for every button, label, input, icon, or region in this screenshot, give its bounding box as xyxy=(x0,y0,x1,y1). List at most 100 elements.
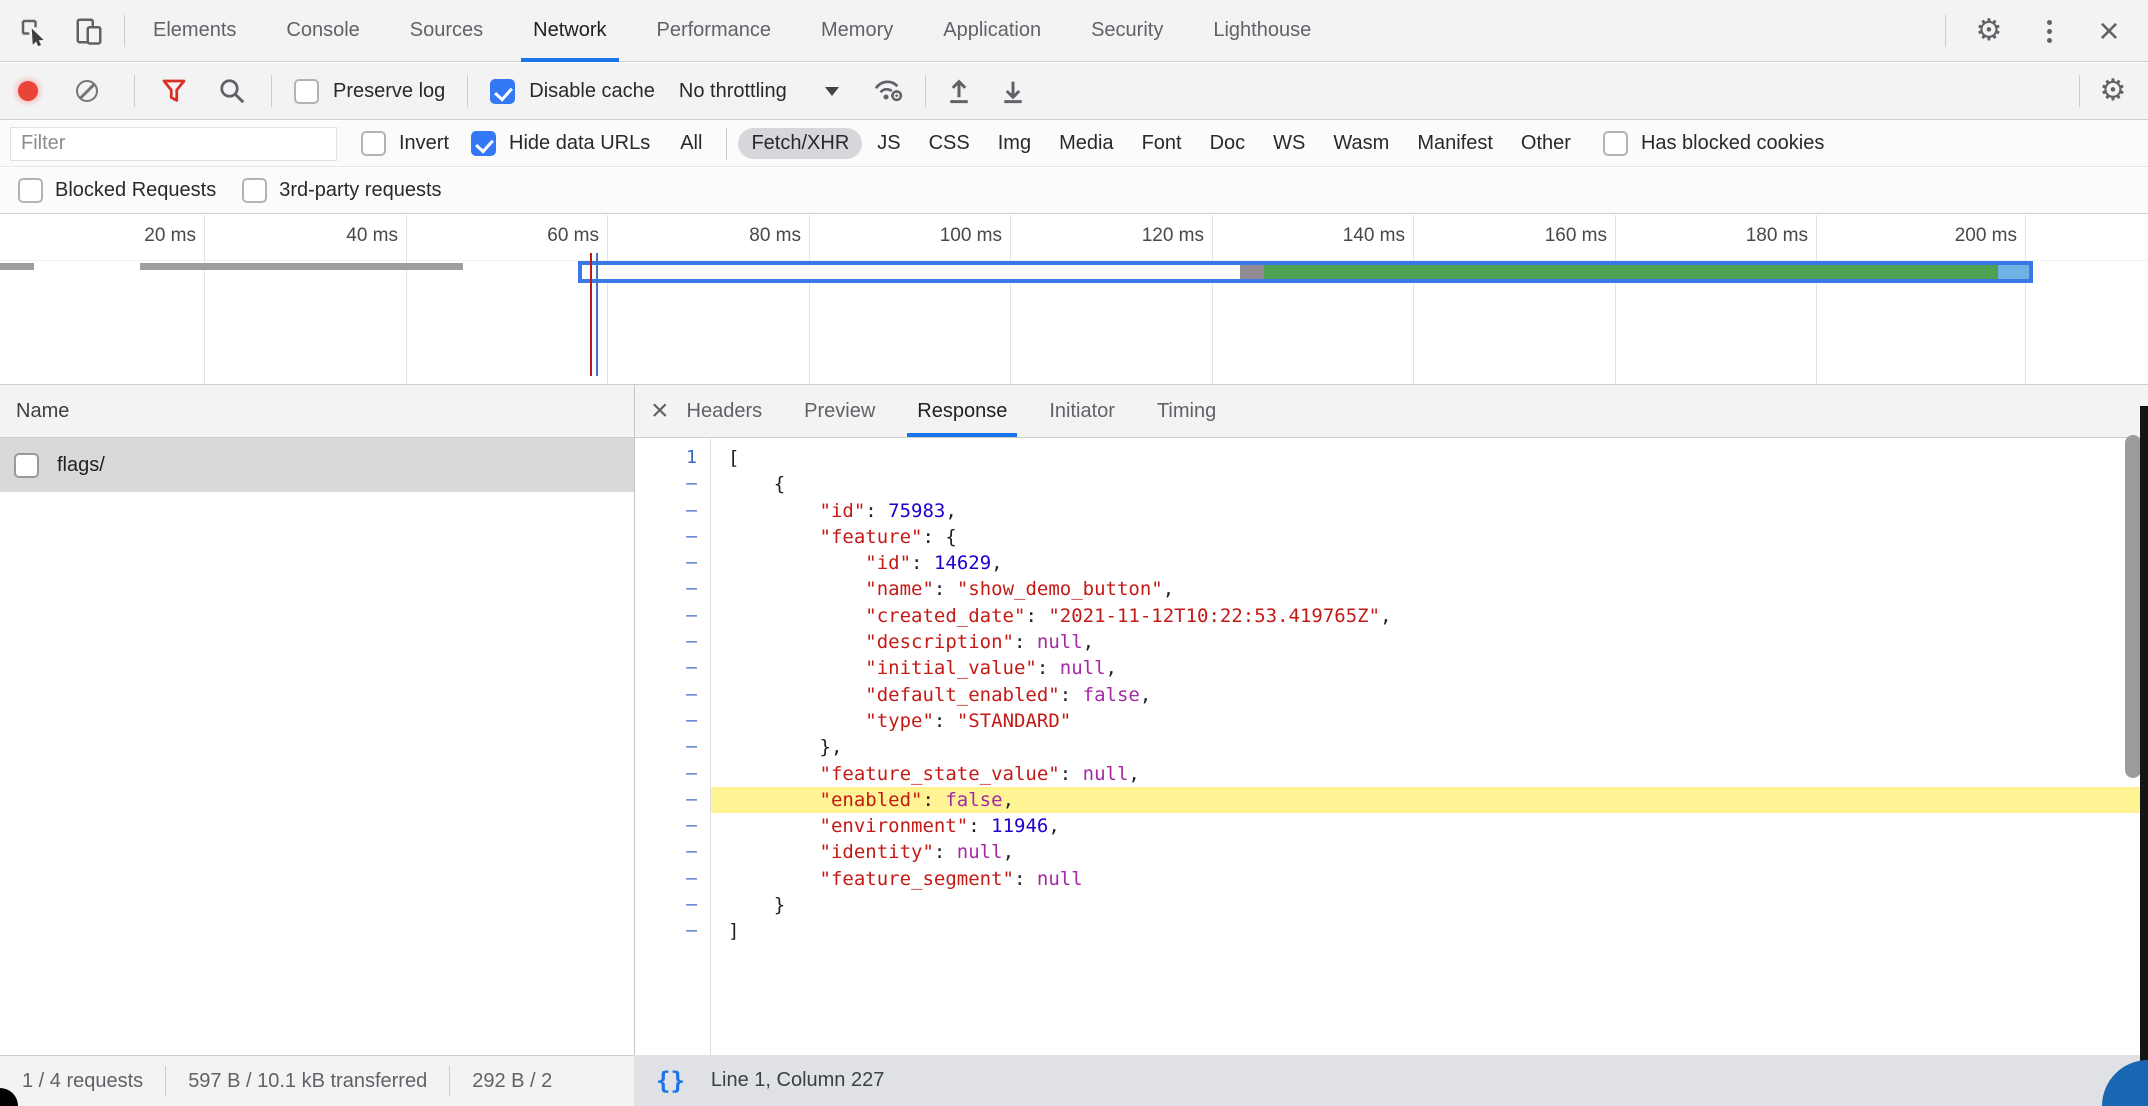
code-line: "feature_state_value": null, xyxy=(711,761,2148,787)
inspect-element-icon[interactable] xyxy=(16,14,50,48)
divider xyxy=(134,75,135,107)
gutter-marker: – xyxy=(635,866,710,892)
gutter-marker: – xyxy=(635,734,710,760)
code-line: "name": "show_demo_button", xyxy=(711,576,2148,602)
blocked-requests-checkbox[interactable] xyxy=(18,178,43,203)
type-filter-wasm[interactable]: Wasm xyxy=(1320,128,1402,159)
tab-performance[interactable]: Performance xyxy=(657,0,772,62)
timeline-gridline xyxy=(1816,215,1817,384)
code-line: ] xyxy=(711,918,2148,944)
type-filter-img[interactable]: Img xyxy=(985,128,1044,159)
divider xyxy=(271,75,272,107)
detail-tab-response[interactable]: Response xyxy=(917,385,1007,437)
tab-sources[interactable]: Sources xyxy=(410,0,483,62)
blocked-requests-label: Blocked Requests xyxy=(55,179,216,202)
kebab-menu-icon[interactable] xyxy=(2032,14,2066,48)
close-detail-icon[interactable]: × xyxy=(635,385,687,437)
search-icon[interactable] xyxy=(215,74,249,108)
type-filter-all[interactable]: All xyxy=(667,128,715,159)
preserve-log-checkbox[interactable] xyxy=(294,79,319,104)
disable-cache-checkbox[interactable] xyxy=(490,79,515,104)
settings-gear-icon[interactable]: ⚙ xyxy=(1972,14,2006,48)
request-row-name: flags/ xyxy=(57,454,105,477)
pretty-print-braces-icon[interactable]: {} xyxy=(656,1067,685,1095)
type-filter-fetch-xhr[interactable]: Fetch/XHR xyxy=(738,128,862,159)
gutter-marker: – xyxy=(635,708,710,734)
divider xyxy=(467,75,468,107)
code-line: "created_date": "2021-11-12T10:22:53.419… xyxy=(711,603,2148,629)
request-row-checkbox[interactable] xyxy=(14,453,39,478)
timeline-tick-label: 180 ms xyxy=(1646,225,1808,247)
import-har-icon[interactable] xyxy=(942,74,976,108)
type-filter-css[interactable]: CSS xyxy=(916,128,983,159)
code-line: "feature_segment": null xyxy=(711,866,2148,892)
vertical-scrollbar[interactable] xyxy=(2125,435,2141,778)
invert-checkbox[interactable] xyxy=(361,131,386,156)
clear-network-log-icon[interactable] xyxy=(76,80,98,102)
timeline-gridline xyxy=(809,215,810,384)
name-column-header[interactable]: Name xyxy=(0,385,634,438)
tab-elements[interactable]: Elements xyxy=(153,0,236,62)
request-row-flags[interactable]: flags/ xyxy=(0,438,634,492)
gutter-marker: – xyxy=(635,498,710,524)
name-column-header-label: Name xyxy=(16,400,69,423)
type-filter-other[interactable]: Other xyxy=(1508,128,1584,159)
tab-lighthouse[interactable]: Lighthouse xyxy=(1213,0,1311,62)
gutter-marker: – xyxy=(635,524,710,550)
timeline-gridline xyxy=(1615,215,1616,384)
network-settings-gear-icon[interactable]: ⚙ xyxy=(2096,74,2130,108)
waterfall-segment xyxy=(582,265,1240,279)
third-party-requests-label: 3rd-party requests xyxy=(279,179,441,202)
export-har-icon[interactable] xyxy=(996,74,1030,108)
page-event-line xyxy=(590,253,592,376)
device-toolbar-icon[interactable] xyxy=(72,14,106,48)
request-list-panel: Name flags/ xyxy=(0,385,634,1055)
third-party-requests-checkbox[interactable] xyxy=(242,178,267,203)
timeline-tick-label: 160 ms xyxy=(1445,225,1607,247)
divider xyxy=(2079,75,2080,107)
has-blocked-cookies-checkbox[interactable] xyxy=(1603,131,1628,156)
type-filter-ws[interactable]: WS xyxy=(1260,128,1318,159)
detail-tab-timing[interactable]: Timing xyxy=(1157,385,1216,437)
timeline-tick-label: 20 ms xyxy=(34,225,196,247)
code-line: "description": null, xyxy=(711,629,2148,655)
code-line: "default_enabled": false, xyxy=(711,682,2148,708)
request-overview-bar xyxy=(0,263,34,270)
tab-application[interactable]: Application xyxy=(943,0,1041,62)
detail-tab-strip: × Headers Preview Response Initiator Timing xyxy=(635,385,2148,438)
type-filter-media[interactable]: Media xyxy=(1046,128,1126,159)
throttling-select[interactable]: No throttling xyxy=(679,80,787,103)
devtools-tab-bar: Elements Console Sources Network Performance… xyxy=(0,0,2148,62)
code-line: "identity": null, xyxy=(711,839,2148,865)
detail-tab-headers[interactable]: Headers xyxy=(687,385,763,437)
tab-security[interactable]: Security xyxy=(1091,0,1163,62)
tab-network[interactable]: Network xyxy=(533,0,606,62)
type-filter-js[interactable]: JS xyxy=(864,128,913,159)
highlighted-code-line: "enabled": false, xyxy=(711,787,2148,813)
record-network-log-button[interactable] xyxy=(18,81,38,101)
timeline-tick-label: 60 ms xyxy=(437,225,599,247)
hide-data-urls-checkbox[interactable] xyxy=(471,131,496,156)
type-filter-doc[interactable]: Doc xyxy=(1197,128,1259,159)
network-conditions-icon[interactable] xyxy=(871,74,905,108)
detail-tab-preview[interactable]: Preview xyxy=(804,385,875,437)
gutter-marker: – xyxy=(635,471,710,497)
tab-memory[interactable]: Memory xyxy=(821,0,893,62)
gutter-marker: – xyxy=(635,813,710,839)
network-overview-timeline[interactable]: 20 ms40 ms60 ms80 ms100 ms120 ms140 ms16… xyxy=(0,215,2148,385)
gutter-marker: – xyxy=(635,603,710,629)
preserve-log-label: Preserve log xyxy=(333,80,445,103)
detail-tab-initiator[interactable]: Initiator xyxy=(1049,385,1115,437)
timeline-tick-label: 100 ms xyxy=(840,225,1002,247)
type-filter-manifest[interactable]: Manifest xyxy=(1404,128,1506,159)
line-number-gutter: 1–––––––––––––––––– xyxy=(635,439,711,1055)
type-filter-font[interactable]: Font xyxy=(1129,128,1195,159)
close-devtools-icon[interactable]: × xyxy=(2092,14,2126,48)
throttling-dropdown-arrow-icon[interactable] xyxy=(825,87,839,96)
filter-funnel-icon[interactable] xyxy=(157,74,191,108)
hide-data-urls-label: Hide data URLs xyxy=(509,132,650,155)
divider xyxy=(925,75,926,107)
filter-input[interactable] xyxy=(10,127,337,161)
tab-console[interactable]: Console xyxy=(286,0,359,62)
gutter-marker: – xyxy=(635,761,710,787)
